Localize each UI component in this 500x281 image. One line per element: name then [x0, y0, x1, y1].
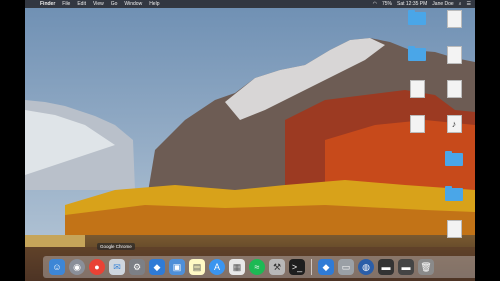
menu-file[interactable]: File: [62, 1, 70, 7]
notes-icon[interactable]: ▤: [189, 259, 205, 275]
folder-icon: [408, 46, 426, 61]
desktop-icon-folder[interactable]: [400, 10, 434, 25]
desktop-icon-folder[interactable]: [437, 151, 471, 166]
desktop: Finder File Edit View Go Window Help ◠ 7…: [25, 0, 475, 281]
folder-icon: [445, 151, 463, 166]
menu-view[interactable]: View: [93, 1, 104, 7]
tools-icon[interactable]: ⚒: [269, 259, 285, 275]
desktop-icon-file[interactable]: [400, 80, 434, 98]
mail-icon[interactable]: ✉: [109, 259, 125, 275]
globe-icon[interactable]: ◍: [358, 259, 374, 275]
settings-icon[interactable]: ⚙: [129, 259, 145, 275]
desktop-icon-file[interactable]: [437, 10, 471, 28]
disk-icon[interactable]: ▭: [338, 259, 354, 275]
vscode-icon[interactable]: ◆: [149, 259, 165, 275]
wifi-icon[interactable]: ◠: [373, 1, 377, 7]
desktop-icon-music[interactable]: ♪: [437, 115, 471, 133]
screen-icon[interactable]: ▬: [378, 259, 394, 275]
document-icon: [409, 115, 425, 133]
desktop-icon-folder[interactable]: [400, 46, 434, 61]
menu-edit[interactable]: Edit: [77, 1, 86, 7]
document-icon: [446, 80, 462, 98]
app-file-icon: [446, 220, 462, 238]
wallpaper: [25, 0, 475, 281]
search-icon[interactable]: ⌕: [459, 1, 462, 7]
menu-window[interactable]: Window: [124, 1, 142, 7]
launchpad-icon[interactable]: ◉: [69, 259, 85, 275]
chrome-icon[interactable]: ●: [89, 259, 105, 275]
dock-tooltip: Google Chrome: [97, 243, 135, 250]
document-icon: [446, 10, 462, 28]
desktop-icon-file[interactable]: [437, 46, 471, 64]
screen2-icon[interactable]: ▬: [398, 259, 414, 275]
preview-icon[interactable]: ▦: [229, 259, 245, 275]
finder-icon[interactable]: ☺: [49, 259, 65, 275]
clock[interactable]: Sat 12:35 PM: [397, 1, 427, 7]
user-name[interactable]: Jane Doe: [432, 1, 453, 7]
desktop-icon-file[interactable]: [437, 80, 471, 98]
document-icon: [446, 46, 462, 64]
spotify-icon[interactable]: ≈: [249, 259, 265, 275]
folder-icon: [445, 186, 463, 201]
clients-icon[interactable]: ▣: [169, 259, 185, 275]
trash-icon[interactable]: 🗑: [418, 259, 434, 275]
dock: ☺ ◉ ● ✉ ⚙ ◆ ▣ ▤ A ▦ ≈ ⚒ >_ ◆ ▭ ◍ ▬ ▬ 🗑: [43, 256, 475, 278]
dock-separator: [311, 259, 312, 275]
appstore-icon[interactable]: A: [209, 259, 225, 275]
vscode-alt-icon[interactable]: ◆: [318, 259, 334, 275]
status-area: ◠ 75% Sat 12:35 PM Jane Doe ⌕ ☰: [373, 0, 471, 8]
menu-app-name[interactable]: Finder: [40, 1, 55, 7]
document-icon: [409, 80, 425, 98]
desktop-icon-file[interactable]: [400, 115, 434, 133]
folder-icon: [408, 10, 426, 25]
menu-help[interactable]: Help: [149, 1, 159, 7]
menu-bar: Finder File Edit View Go Window Help ◠ 7…: [25, 0, 475, 8]
battery-level[interactable]: 75%: [382, 1, 392, 7]
menu-list-icon[interactable]: ☰: [467, 1, 471, 7]
music-file-icon: ♪: [446, 115, 462, 133]
terminal-icon[interactable]: >_: [289, 259, 305, 275]
desktop-icon-folder[interactable]: [437, 186, 471, 201]
desktop-icon-app[interactable]: [437, 220, 471, 238]
menu-go[interactable]: Go: [111, 1, 118, 7]
